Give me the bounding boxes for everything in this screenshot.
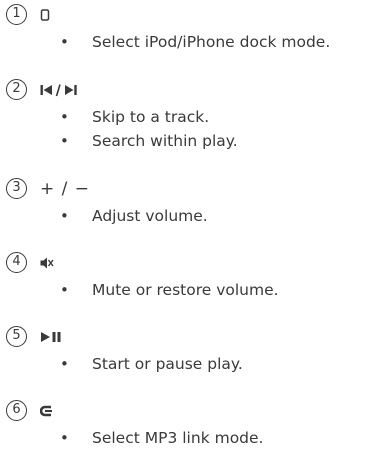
item-text: Select iPod/iPhone dock mode.: [92, 33, 331, 51]
item-text: Skip to a track.: [92, 108, 210, 126]
item-text: Start or pause play.: [92, 355, 243, 373]
item-number: 4: [6, 252, 27, 273]
bullet: •: [60, 355, 69, 373]
item-number: 6: [6, 400, 27, 421]
bullet: •: [60, 207, 69, 225]
list-item: 1 • Select iPod/iPhone dock mode.: [0, 4, 388, 54]
item-text: Search within play.: [92, 132, 238, 150]
item-text: Mute or restore volume.: [92, 281, 279, 299]
mute-icon: [40, 252, 54, 274]
bullet: •: [60, 429, 69, 447]
list-item: 5 • Start or pause play.: [0, 326, 388, 376]
mp3-link-icon: [40, 400, 54, 422]
item-text: Adjust volume.: [92, 207, 208, 225]
bullet: •: [60, 132, 69, 150]
bullet: •: [60, 108, 69, 126]
dock-icon: [40, 4, 50, 26]
item-number: 1: [6, 4, 27, 25]
list-item: 3 + / − • Adjust volume.: [0, 178, 388, 228]
item-number: 3: [6, 178, 27, 199]
list-item: 4 • Mute or restore volume.: [0, 252, 388, 302]
play-pause-icon: [40, 326, 62, 348]
bullet: •: [60, 281, 69, 299]
list-item: 6 • Select MP3 link mode.: [0, 400, 388, 450]
skip-icon: [40, 79, 78, 101]
list-item: 2 • Skip to a track. • Search within pla…: [0, 79, 388, 153]
volume-symbol: + / −: [40, 179, 91, 199]
bullet: •: [60, 33, 69, 51]
item-number: 2: [6, 79, 27, 100]
volume-icon: + / −: [40, 178, 90, 200]
item-number: 5: [6, 326, 27, 347]
item-text: Select MP3 link mode.: [92, 429, 264, 447]
